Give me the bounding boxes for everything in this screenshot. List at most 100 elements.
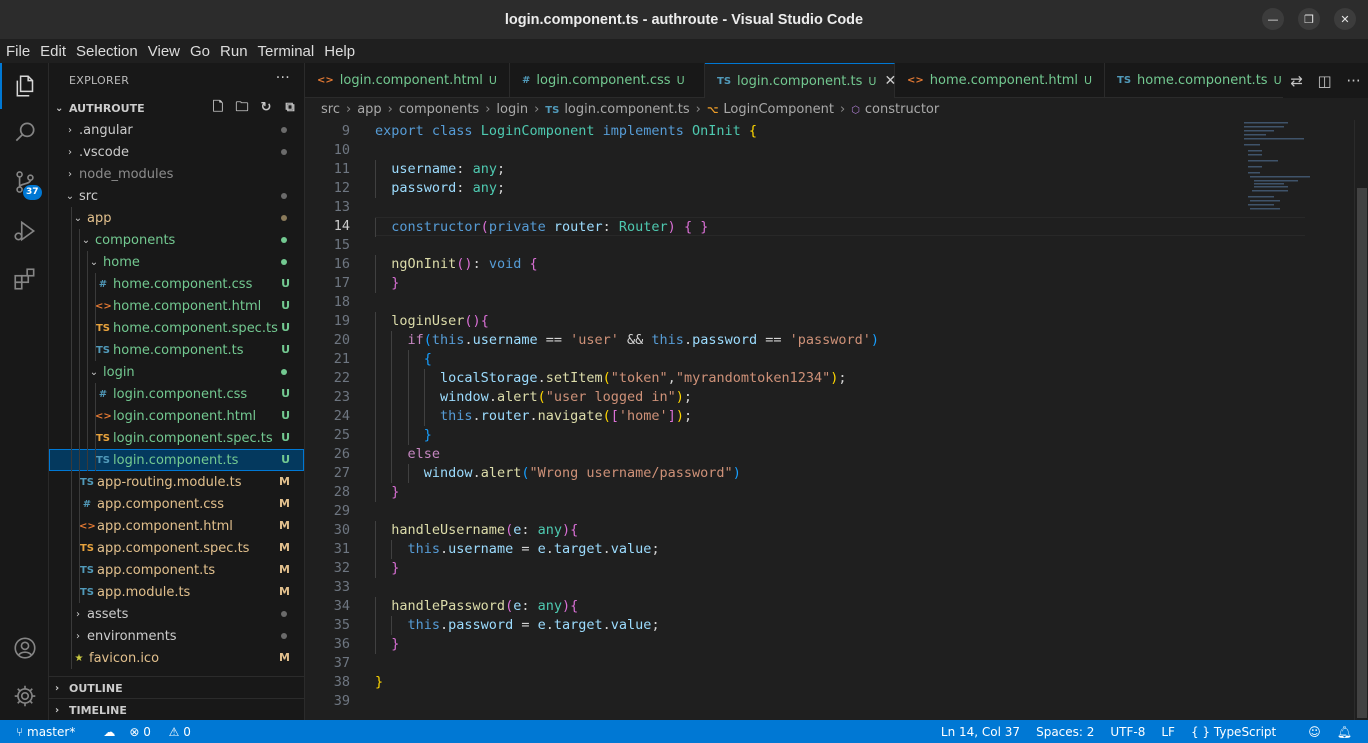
menu-file[interactable]: File [6,43,30,60]
cursor-position[interactable]: Ln 14, Col 37 [941,725,1020,739]
code-line[interactable] [375,236,1305,255]
folder-item[interactable]: ⌄ home [49,251,304,273]
breadcrumb-item[interactable]: components [399,102,479,117]
code-line[interactable]: ngOnInit(): void { [375,255,1305,274]
code-line[interactable]: handlePassword(e: any){ [375,597,1305,616]
code-line[interactable]: this.router.navigate(['home']); [375,407,1305,426]
code-line[interactable]: else [375,445,1305,464]
code-line[interactable] [375,692,1305,711]
editor-tab[interactable]: <> login.component.html U [305,63,510,98]
breadcrumb-item[interactable]: app [357,102,381,117]
open-changes-icon[interactable]: ⇄ [1290,72,1303,90]
code-line[interactable]: } [375,426,1305,445]
code-line[interactable] [375,654,1305,673]
code-line[interactable] [375,502,1305,521]
code-line[interactable]: constructor(private router: Router) { } [375,217,1305,237]
more-actions-icon[interactable]: ··· [276,70,290,86]
sync-icon[interactable]: ☁ [103,725,115,739]
code-line[interactable]: } [375,483,1305,502]
editor-tab[interactable]: # login.component.css U [510,63,705,98]
refresh-icon[interactable]: ↻ [258,100,274,116]
code-line[interactable] [375,198,1305,217]
code-line[interactable]: username: any; [375,160,1305,179]
code-line[interactable]: localStorage.setItem("token","myrandomto… [375,369,1305,388]
code-line[interactable]: } [375,559,1305,578]
outline-section[interactable]: › OUTLINE [49,677,305,699]
indentation[interactable]: Spaces: 2 [1036,725,1094,739]
code-line[interactable]: export class LoginComponent implements O… [375,122,1305,141]
code-line[interactable]: this.username = e.target.value; [375,540,1305,559]
editor-tab[interactable]: TS login.component.ts U ✕ [705,63,896,98]
vertical-scrollbar[interactable] [1354,120,1368,720]
accounts-icon[interactable] [0,625,49,671]
menu-help[interactable]: Help [324,43,355,60]
folder-item[interactable]: ⌄ login [49,361,304,383]
file-item[interactable]: TS home.component.ts U [49,339,304,361]
code-line[interactable]: { [375,350,1305,369]
new-file-icon[interactable]: 🗋 [210,100,226,116]
code-line[interactable]: handleUsername(e: any){ [375,521,1305,540]
maximize-button[interactable]: ❐ [1298,8,1320,30]
language-mode[interactable]: { } TypeScript [1191,725,1292,739]
encoding[interactable]: UTF-8 [1110,725,1145,739]
code-editor[interactable]: 9 10 11 12 13 14 15 16 17 18 19 20 21 22 23 24 25 26 27 28 2… [305,120,1368,720]
file-item[interactable]: TS app.module.ts M [49,581,304,603]
breadcrumb-item[interactable]: src [321,102,340,117]
code-line[interactable]: password: any; [375,179,1305,198]
file-item[interactable]: TS app.component.ts M [49,559,304,581]
code-line[interactable] [375,141,1305,160]
breadcrumb-item[interactable]: TS login.component.ts [545,102,689,117]
explorer-icon[interactable] [0,63,49,109]
search-icon[interactable] [0,109,49,155]
code-line[interactable]: } [375,274,1305,293]
editor-tab[interactable]: TS home.component.ts U [1105,63,1285,98]
code-line[interactable] [375,293,1305,312]
scrollbar-thumb[interactable] [1357,188,1367,718]
menu-run[interactable]: Run [220,43,248,60]
code-line[interactable]: loginUser(){ [375,312,1305,331]
git-branch[interactable]: ⑂ master* [16,725,89,739]
code-line[interactable] [375,578,1305,597]
collapse-all-icon[interactable]: ⧉ [282,100,298,116]
file-item[interactable]: TS app-routing.module.ts M [49,471,304,493]
folder-item[interactable]: ⌄ app [49,207,304,229]
minimize-button[interactable]: — [1262,8,1284,30]
file-item[interactable]: TS app.component.spec.ts M [49,537,304,559]
line-ending[interactable]: LF [1161,725,1175,739]
problems-indicator[interactable]: ⊗ 0 ⚠ 0 [129,725,205,739]
file-item[interactable]: TS login.component.spec.ts U [49,427,304,449]
close-window-button[interactable]: ✕ [1334,8,1356,30]
more-actions-icon[interactable]: ··· [1346,72,1360,90]
file-item[interactable]: # app.component.css M [49,493,304,515]
folder-item[interactable]: ⌄ src [49,185,304,207]
split-editor-icon[interactable]: ◫ [1318,72,1332,90]
run-debug-icon[interactable] [0,208,49,254]
editor-tab[interactable]: <> home.component.html U [895,63,1105,98]
feedback-icon[interactable]: ☺ [1308,725,1321,739]
file-item[interactable]: <> home.component.html U [49,295,304,317]
file-item[interactable]: TS home.component.spec.ts U [49,317,304,339]
code-line[interactable]: window.alert("Wrong username/password") [375,464,1305,483]
menu-view[interactable]: View [148,43,180,60]
source-control-icon[interactable]: 37 [0,159,49,205]
timeline-section[interactable]: › TIMELINE [49,699,305,721]
file-item[interactable]: <> app.component.html M [49,515,304,537]
notifications-bell-icon[interactable]: 🔔︎ [1337,725,1352,739]
folder-item[interactable]: ⌄ components [49,229,304,251]
settings-gear-icon[interactable] [0,673,49,719]
file-item[interactable]: <> login.component.html U [49,405,304,427]
breadcrumb-item[interactable]: ⌥ LoginComponent [707,102,834,117]
code-line[interactable]: if(this.username == 'user' && this.passw… [375,331,1305,350]
folder-item[interactable]: › .vscode [49,141,304,163]
code-line[interactable]: window.alert("user logged in"); [375,388,1305,407]
menu-edit[interactable]: Edit [40,43,66,60]
code-line[interactable]: this.password = e.target.value; [375,616,1305,635]
file-item[interactable]: # home.component.css U [49,273,304,295]
folder-item[interactable]: › node_modules [49,163,304,185]
folder-item[interactable]: › .angular [49,119,304,141]
file-item[interactable]: ★ favicon.ico M [49,647,304,669]
file-item[interactable]: TS login.component.ts U [49,449,304,471]
project-section-header[interactable]: ⌄ AUTHROUTE 🗋 🗀 ↻ ⧉ [49,97,304,119]
folder-item[interactable]: › environments [49,625,304,647]
code-line[interactable]: } [375,673,1305,692]
